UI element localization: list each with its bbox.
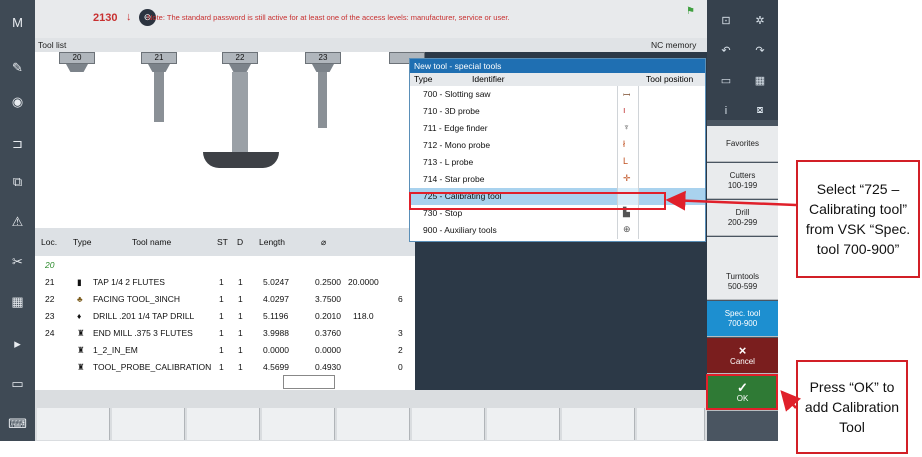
callout-arrows [665, 190, 802, 412]
select-arrow [665, 190, 797, 211]
ok-arrow [780, 390, 802, 412]
